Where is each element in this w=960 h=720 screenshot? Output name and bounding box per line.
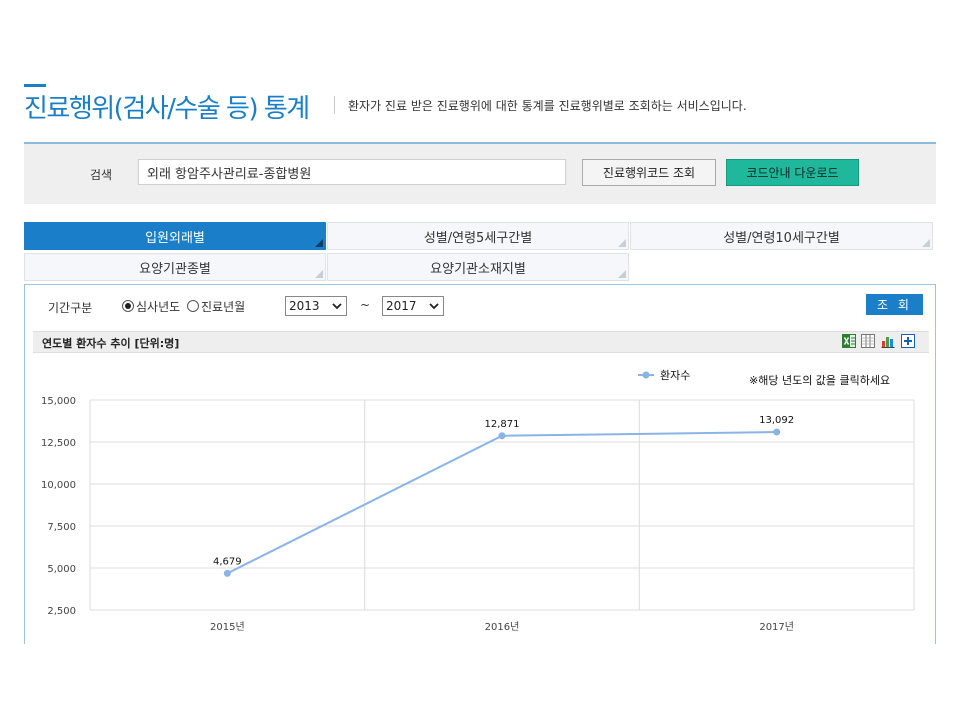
y-tick-label: 2,500: [47, 606, 76, 617]
x-tick-label: 2015년: [210, 621, 245, 633]
data-label: 13,092: [759, 415, 794, 426]
patient-count-line-chart: 2,500 5,000 7,500 10,000 12,500 15,000 2015년 20…: [41, 369, 915, 633]
range-tilde: ~: [360, 298, 371, 312]
y-tick-label: 10,000: [41, 480, 76, 491]
from-year-value: 2013: [289, 299, 320, 313]
x-tick-label: 2016년: [485, 621, 520, 633]
bar-chart-icon[interactable]: [881, 334, 895, 348]
to-year-value: 2017: [386, 299, 417, 313]
code-download-button[interactable]: 코드안내 다운로드: [726, 159, 859, 186]
search-label: 검색: [90, 168, 113, 182]
tab-sex-age-10yr[interactable]: 성별/연령10세구간별: [630, 222, 933, 250]
data-label: 4,679: [213, 556, 242, 567]
radio-treatment-month[interactable]: [187, 300, 199, 312]
radio-review-year-label: 심사년도: [136, 300, 181, 314]
radio-review-year[interactable]: [122, 300, 134, 312]
radio-treatment-month-label: 진료년월: [201, 300, 246, 314]
chevron-down-icon: [429, 303, 439, 310]
tab-institution-location[interactable]: 요양기관소재지별: [327, 253, 629, 281]
expand-plus-icon[interactable]: [901, 334, 915, 348]
chart-instruction-note: ※해당 년도의 값을 클릭하세요: [749, 374, 891, 387]
y-tick-label: 12,500: [41, 438, 76, 449]
to-year-select[interactable]: 2017: [382, 296, 444, 316]
data-point[interactable]: [498, 432, 506, 440]
legend-swatch-marker: [642, 371, 650, 379]
legend-label: 환자수: [660, 369, 690, 382]
from-year-select[interactable]: 2013: [285, 296, 347, 316]
code-search-button[interactable]: 진료행위코드 조회: [582, 159, 716, 186]
excel-icon[interactable]: [842, 334, 856, 348]
x-tick-label: 2017년: [759, 621, 794, 633]
y-tick-label: 15,000: [41, 396, 76, 407]
chart-title: 연도별 환자수 추이 [단위:명]: [42, 337, 180, 350]
grid-table-icon[interactable]: [861, 334, 875, 348]
tab-institution-type[interactable]: 요양기관종별: [24, 253, 326, 281]
y-tick-label: 5,000: [47, 564, 76, 575]
title-divider: [334, 96, 335, 114]
chevron-down-icon: [332, 303, 342, 310]
data-point[interactable]: [223, 569, 231, 577]
tab-sex-age-5yr[interactable]: 성별/연령5세구간별: [327, 222, 629, 250]
search-input[interactable]: [138, 159, 566, 185]
tab-inpatient-outpatient[interactable]: 입원외래별: [24, 222, 326, 250]
page-description: 환자가 진료 받은 진료행위에 대한 통계를 진료행위별로 조회하는 서비스입니…: [348, 99, 747, 113]
series-line: [226, 431, 777, 575]
title-accent-bar: [24, 84, 46, 87]
query-button[interactable]: 조 회: [866, 294, 923, 315]
y-tick-label: 7,500: [47, 522, 76, 533]
data-label: 12,871: [485, 419, 520, 430]
period-label: 기간구분: [48, 301, 93, 315]
page-title: 진료행위(검사/수술 등) 통계: [24, 94, 310, 124]
data-point[interactable]: [773, 428, 781, 436]
